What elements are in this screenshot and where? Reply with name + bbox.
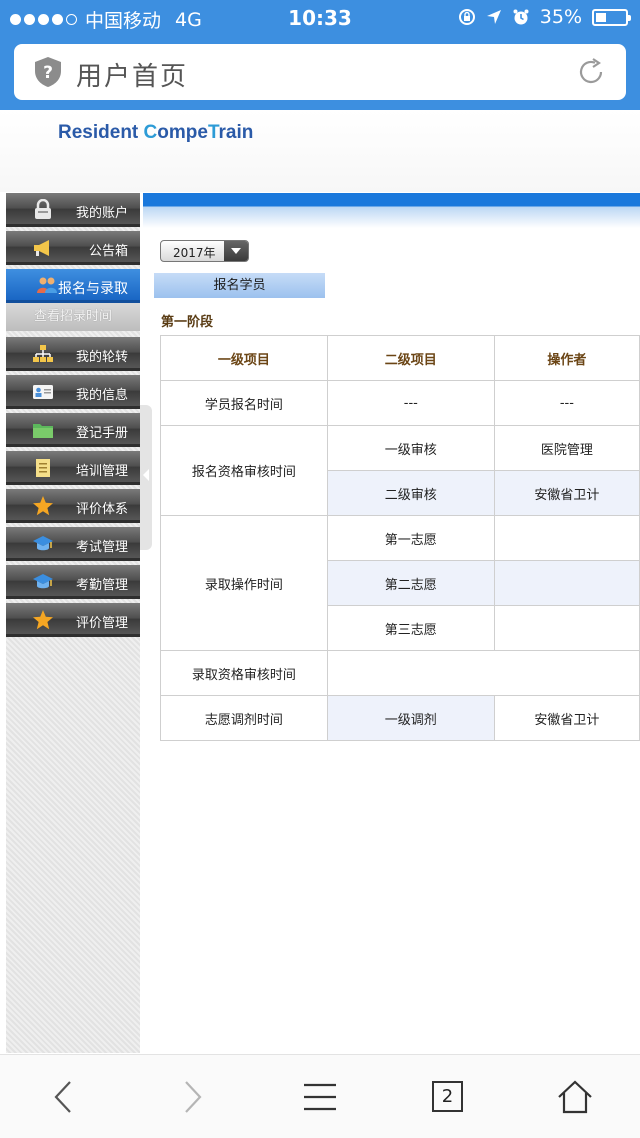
- sidebar-item-label: 培训管理: [75, 464, 128, 479]
- browser-bottom-toolbar: [0, 1054, 640, 1138]
- table-row: 录取操作时间 第一志愿: [160, 515, 640, 651]
- table-cell: 第三志愿: [326, 605, 495, 651]
- column-header: 操作者: [493, 335, 640, 381]
- rotation-lock-icon: [458, 9, 475, 25]
- table-cell: 第一志愿: [326, 515, 495, 561]
- year-select[interactable]: 2017年: [160, 240, 249, 262]
- column-header: 二级项目: [326, 335, 495, 381]
- sidebar-item-label: 我的轮转: [75, 350, 128, 365]
- sidebar-item-evaluation-management[interactable]: 评价管理: [6, 603, 140, 637]
- sidebar-item-label: 报名与录取: [58, 281, 128, 297]
- sidebar-item-label: 公告箱: [88, 244, 128, 259]
- table-cell: 志愿调剂时间: [160, 695, 328, 741]
- location-arrow-icon: [486, 10, 501, 24]
- status-bar: 中国移动 4G 10:33 35%: [0, 0, 640, 36]
- table-cell: 第二志愿: [326, 560, 495, 606]
- sidebar-item-label: 评价体系: [75, 502, 128, 517]
- table-cell: 安徽省卫计: [493, 470, 640, 516]
- sidebar-item-my-account[interactable]: 我的账户: [6, 193, 140, 227]
- menu-icon[interactable]: [300, 1077, 340, 1117]
- sidebar-subitem-view-recruitment-time[interactable]: 查看招录时间: [6, 303, 140, 331]
- table-cell: 一级审核: [326, 425, 495, 471]
- table-cell: [326, 650, 640, 696]
- chevron-down-icon[interactable]: [224, 241, 248, 261]
- sidebar-item-label: 我的账户: [75, 206, 128, 221]
- tab-enrolled-trainees[interactable]: 报名学员: [154, 273, 325, 298]
- table-cell: 报名资格审核时间: [160, 425, 328, 516]
- sidebar-item-label: 考勤管理: [75, 578, 128, 593]
- forward-icon[interactable]: [172, 1077, 212, 1117]
- sidebar-item-label: 评价管理: [75, 616, 128, 631]
- table-cell: [493, 560, 640, 606]
- table-cell: 学员报名时间: [160, 380, 328, 426]
- table-cell: ---: [493, 380, 640, 426]
- sidebar-item-enrollment[interactable]: 报名与录取: [6, 269, 140, 303]
- site-logo: Resident CompeTrain: [58, 122, 254, 143]
- table-row: 报名资格审核时间 一级审核 医院管理: [160, 425, 640, 516]
- table-cell: 二级审核: [326, 470, 495, 516]
- sidebar-item-register-manual[interactable]: 登记手册: [6, 413, 140, 447]
- content-header-bar: [143, 193, 640, 228]
- table-row: 志愿调剂时间 一级调剂 安徽省卫计: [160, 695, 640, 741]
- table-cell: 安徽省卫计: [493, 695, 640, 741]
- people-icon: [37, 277, 57, 293]
- graduation-cap-icon: [33, 536, 53, 551]
- tab-count-button[interactable]: 2: [432, 1081, 463, 1112]
- sidebar-item-exam-management[interactable]: 考试管理: [6, 527, 140, 561]
- sidebar-item-label: 登记手册: [75, 426, 128, 441]
- sidebar-collapse-handle[interactable]: [140, 405, 152, 550]
- home-icon[interactable]: [555, 1077, 595, 1117]
- table-header-row: 一级项目 二级项目 操作者: [160, 335, 640, 381]
- battery-icon: [592, 8, 631, 26]
- sidebar-item-my-info[interactable]: 我的信息: [6, 375, 140, 409]
- star-icon: [33, 610, 53, 630]
- table-cell: ---: [326, 380, 495, 426]
- org-chart-icon: [33, 345, 53, 362]
- page-title[interactable]: 用户首页: [76, 56, 188, 93]
- column-header: 一级项目: [160, 335, 328, 381]
- sidebar-item-label: 我的信息: [75, 388, 128, 403]
- notepad-icon: [36, 459, 50, 477]
- table-cell: 录取操作时间: [160, 515, 328, 651]
- battery-percent: 35%: [539, 6, 582, 28]
- site-header: Resident CompeTrain: [0, 110, 640, 192]
- security-shield-icon[interactable]: ?: [34, 56, 62, 88]
- browser-top-chrome: 中国移动 4G 10:33 35% ? 用户首页: [0, 0, 640, 110]
- table-cell: [493, 515, 640, 561]
- sidebar-item-label: 考试管理: [75, 540, 128, 555]
- sidebar-item-evaluation-system[interactable]: 评价体系: [6, 489, 140, 523]
- alarm-icon: [513, 9, 529, 25]
- reload-icon[interactable]: [576, 57, 606, 87]
- schedule-table: 一级项目 二级项目 操作者 学员报名时间 --- --- 报名资格审核时间 一级…: [160, 335, 640, 741]
- table-row: 学员报名时间 --- ---: [160, 380, 640, 426]
- stage-title: 第一阶段: [161, 315, 214, 330]
- megaphone-icon: [34, 240, 49, 256]
- year-select-value: 2017年: [173, 246, 216, 260]
- svg-text:?: ?: [43, 63, 53, 83]
- table-cell: 医院管理: [493, 425, 640, 471]
- sidebar-item-attendance-management[interactable]: 考勤管理: [6, 565, 140, 599]
- folder-icon: [33, 424, 53, 438]
- id-card-icon: [33, 385, 53, 399]
- lock-icon: [35, 199, 51, 219]
- sidebar-item-bulletin[interactable]: 公告箱: [6, 231, 140, 265]
- sidebar-item-training-management[interactable]: 培训管理: [6, 451, 140, 485]
- table-cell: 录取资格审核时间: [160, 650, 328, 696]
- table-cell: 一级调剂: [326, 695, 495, 741]
- star-icon: [33, 496, 53, 516]
- back-icon[interactable]: [44, 1077, 84, 1117]
- table-cell: [493, 605, 640, 651]
- sidebar-menu: 我的账户 公告箱 报名与录取 查看招录时间 我的轮转 我的信息 登记手册 培训管…: [6, 193, 140, 1053]
- sidebar-item-my-rotation[interactable]: 我的轮转: [6, 337, 140, 371]
- graduation-cap-icon: [33, 574, 53, 589]
- table-row: 录取资格审核时间: [160, 650, 640, 696]
- address-bar[interactable]: ? 用户首页: [14, 44, 626, 100]
